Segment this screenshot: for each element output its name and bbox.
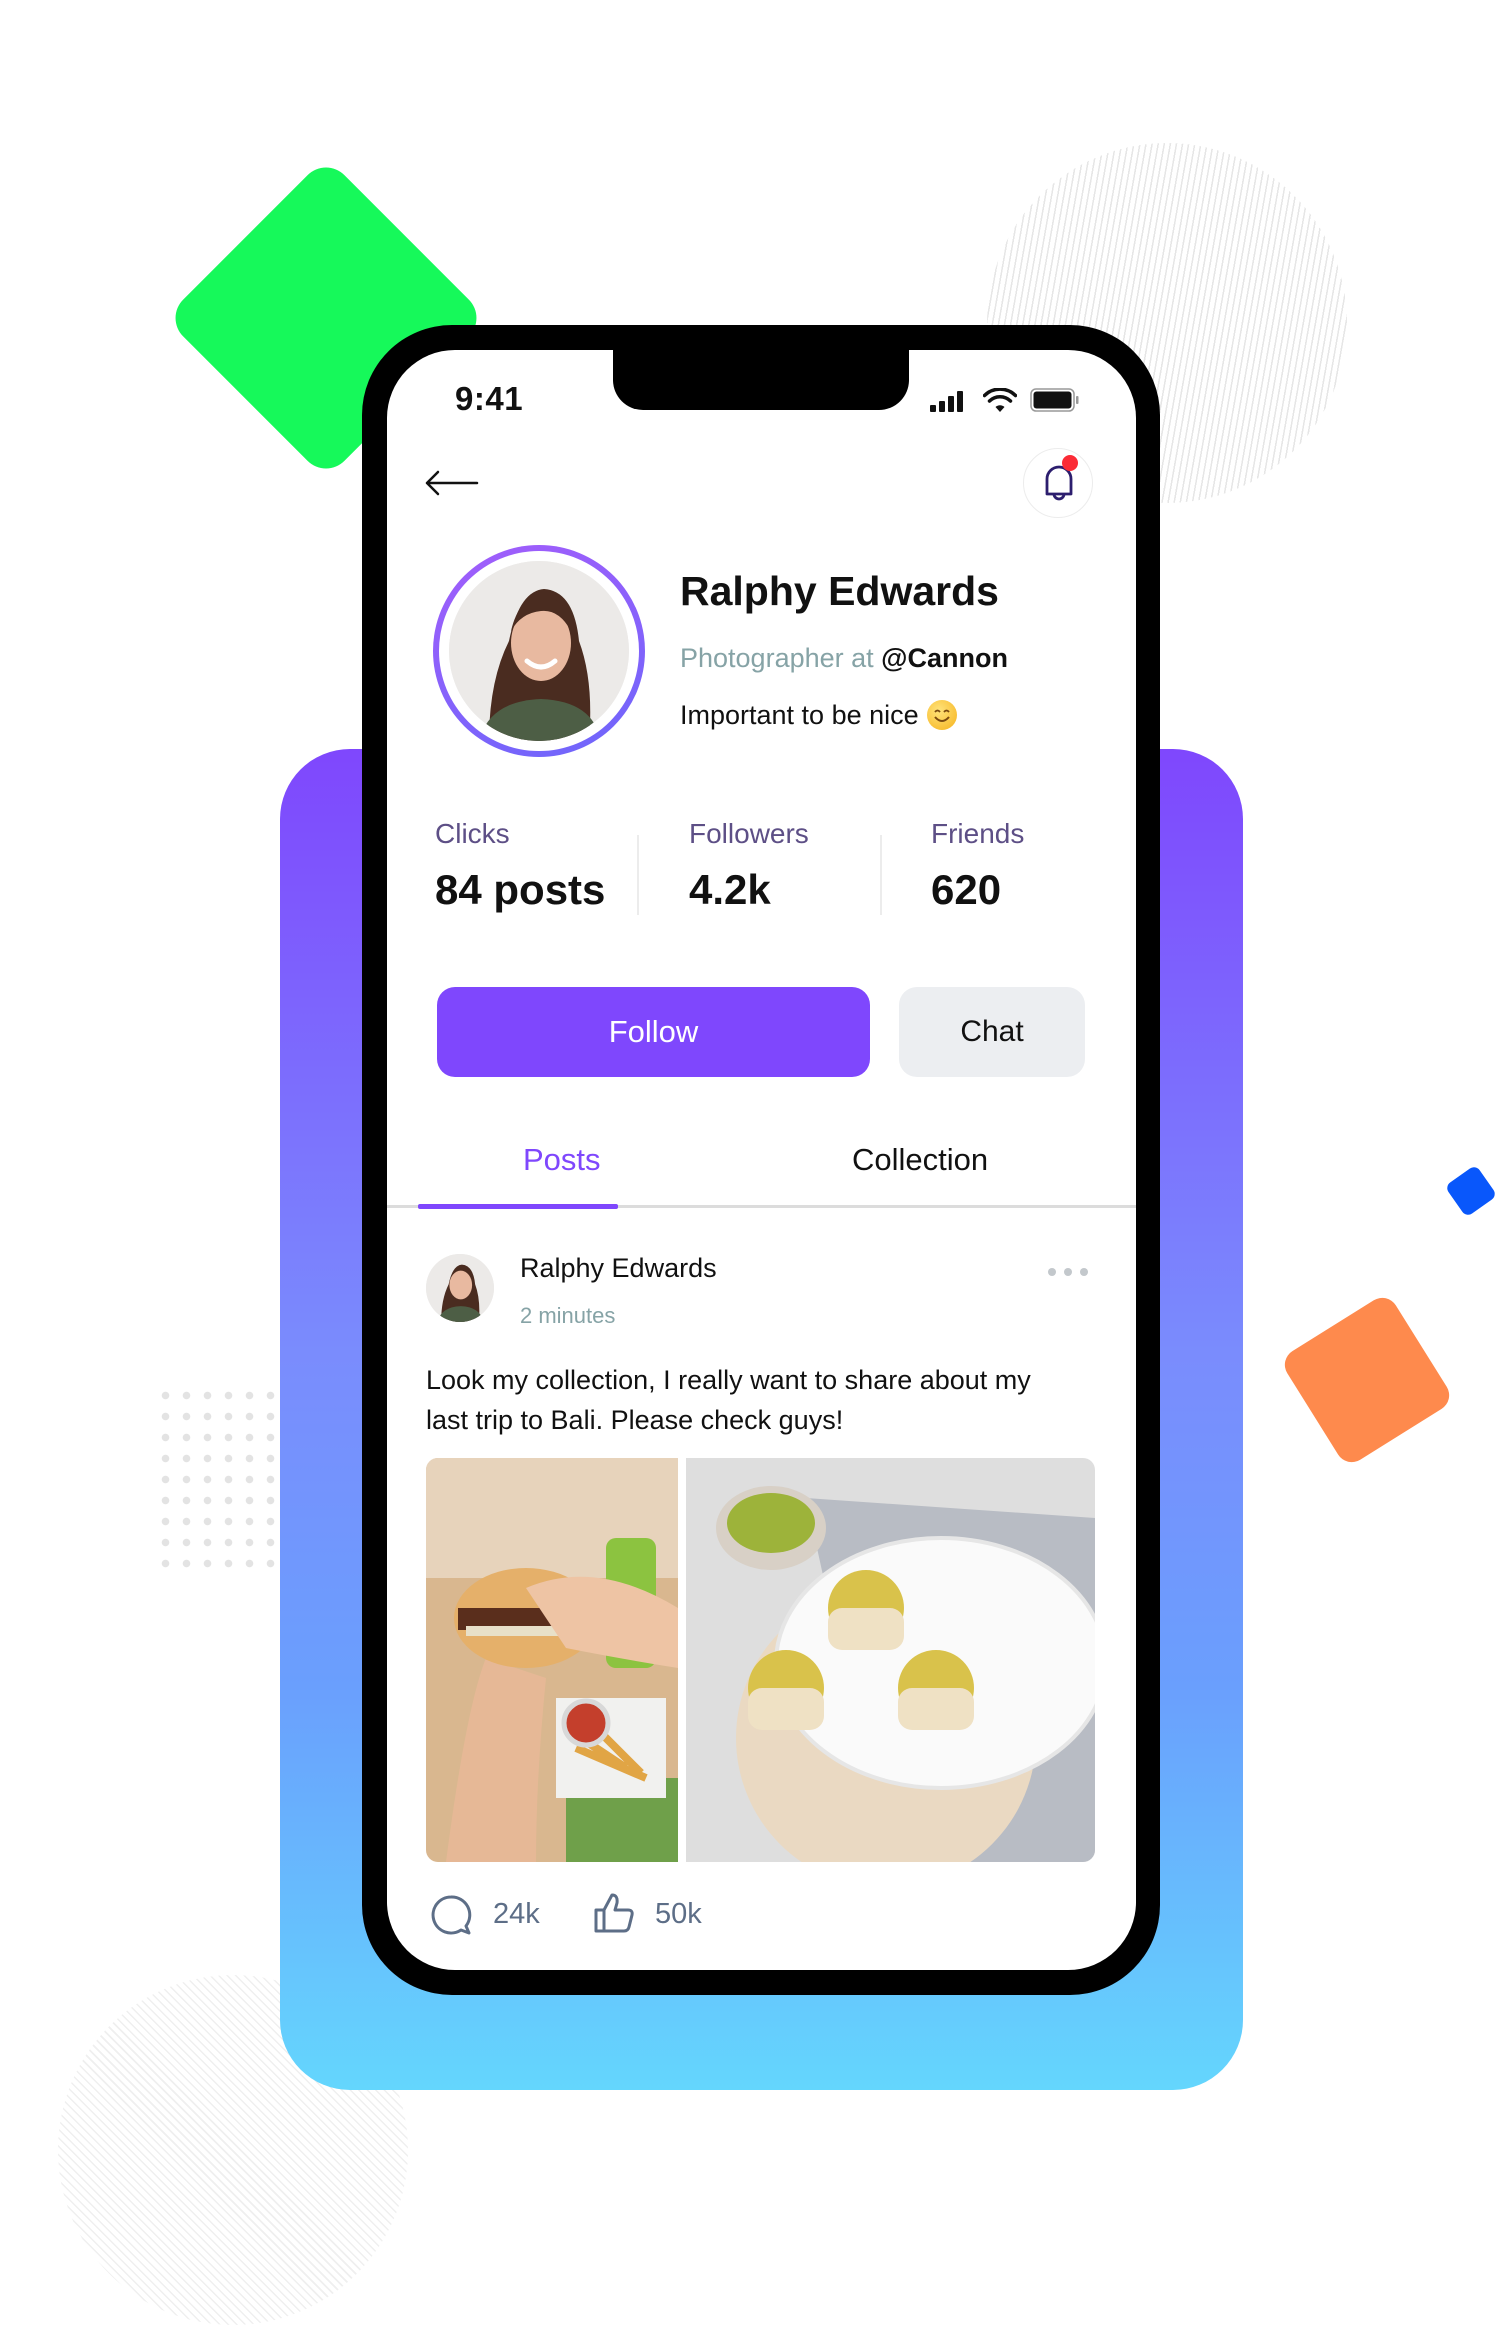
comment-icon[interactable] <box>430 1894 474 1938</box>
smiling-face-emoji-icon <box>926 700 957 730</box>
post-author-avatar[interactable] <box>426 1254 494 1322</box>
decor-dot-grid <box>155 1385 280 1575</box>
like-count: 50k <box>655 1898 702 1930</box>
profile-role: Photographer at @Cannon <box>680 643 1008 674</box>
stat-divider <box>637 835 639 915</box>
tab-posts[interactable]: Posts <box>523 1142 601 1178</box>
active-tab-indicator <box>418 1204 618 1209</box>
profile-bio: Important to be nice <box>680 700 957 731</box>
notifications-button[interactable] <box>1023 448 1093 518</box>
role-prefix: Photographer at <box>680 643 874 673</box>
stat-friends-label: Friends <box>931 818 1025 849</box>
comment-count: 24k <box>493 1898 540 1930</box>
follow-button[interactable]: Follow <box>437 987 870 1077</box>
status-time: 9:41 <box>455 380 524 417</box>
cellular-signal-icon <box>930 390 968 412</box>
decor-orange-square <box>1278 1291 1456 1469</box>
stat-divider <box>880 835 882 915</box>
stat-clicks-value: 84 posts <box>435 866 606 913</box>
profile-avatar[interactable] <box>433 545 645 757</box>
like-icon[interactable] <box>593 1891 637 1935</box>
tab-collection[interactable]: Collection <box>852 1142 988 1178</box>
profile-name: Ralphy Edwards <box>680 568 999 614</box>
stat-followers-label: Followers <box>689 818 809 849</box>
wifi-icon <box>983 388 1017 412</box>
post-image-burger[interactable] <box>426 1458 678 1862</box>
stat-clicks-label: Clicks <box>435 818 510 849</box>
battery-icon <box>1030 388 1079 412</box>
back-arrow-icon[interactable] <box>423 468 479 498</box>
bio-text: Important to be nice <box>680 700 919 730</box>
stat-followers-value: 4.2k <box>689 866 771 913</box>
post-timestamp: 2 minutes <box>520 1303 616 1328</box>
role-company-link[interactable]: @Cannon <box>881 643 1008 673</box>
phone-notch <box>613 340 909 410</box>
notification-badge <box>1062 455 1078 471</box>
post-author-name[interactable]: Ralphy Edwards <box>520 1253 717 1284</box>
stat-friends-value: 620 <box>931 866 1002 913</box>
post-text: Look my collection, I really want to sha… <box>426 1365 1031 1435</box>
more-options-icon[interactable] <box>1048 1268 1088 1276</box>
profile-photo <box>449 561 629 741</box>
post-image-tarts[interactable] <box>686 1458 1095 1862</box>
decor-blue-square <box>1444 1164 1498 1218</box>
chat-button[interactable]: Chat <box>899 987 1085 1077</box>
